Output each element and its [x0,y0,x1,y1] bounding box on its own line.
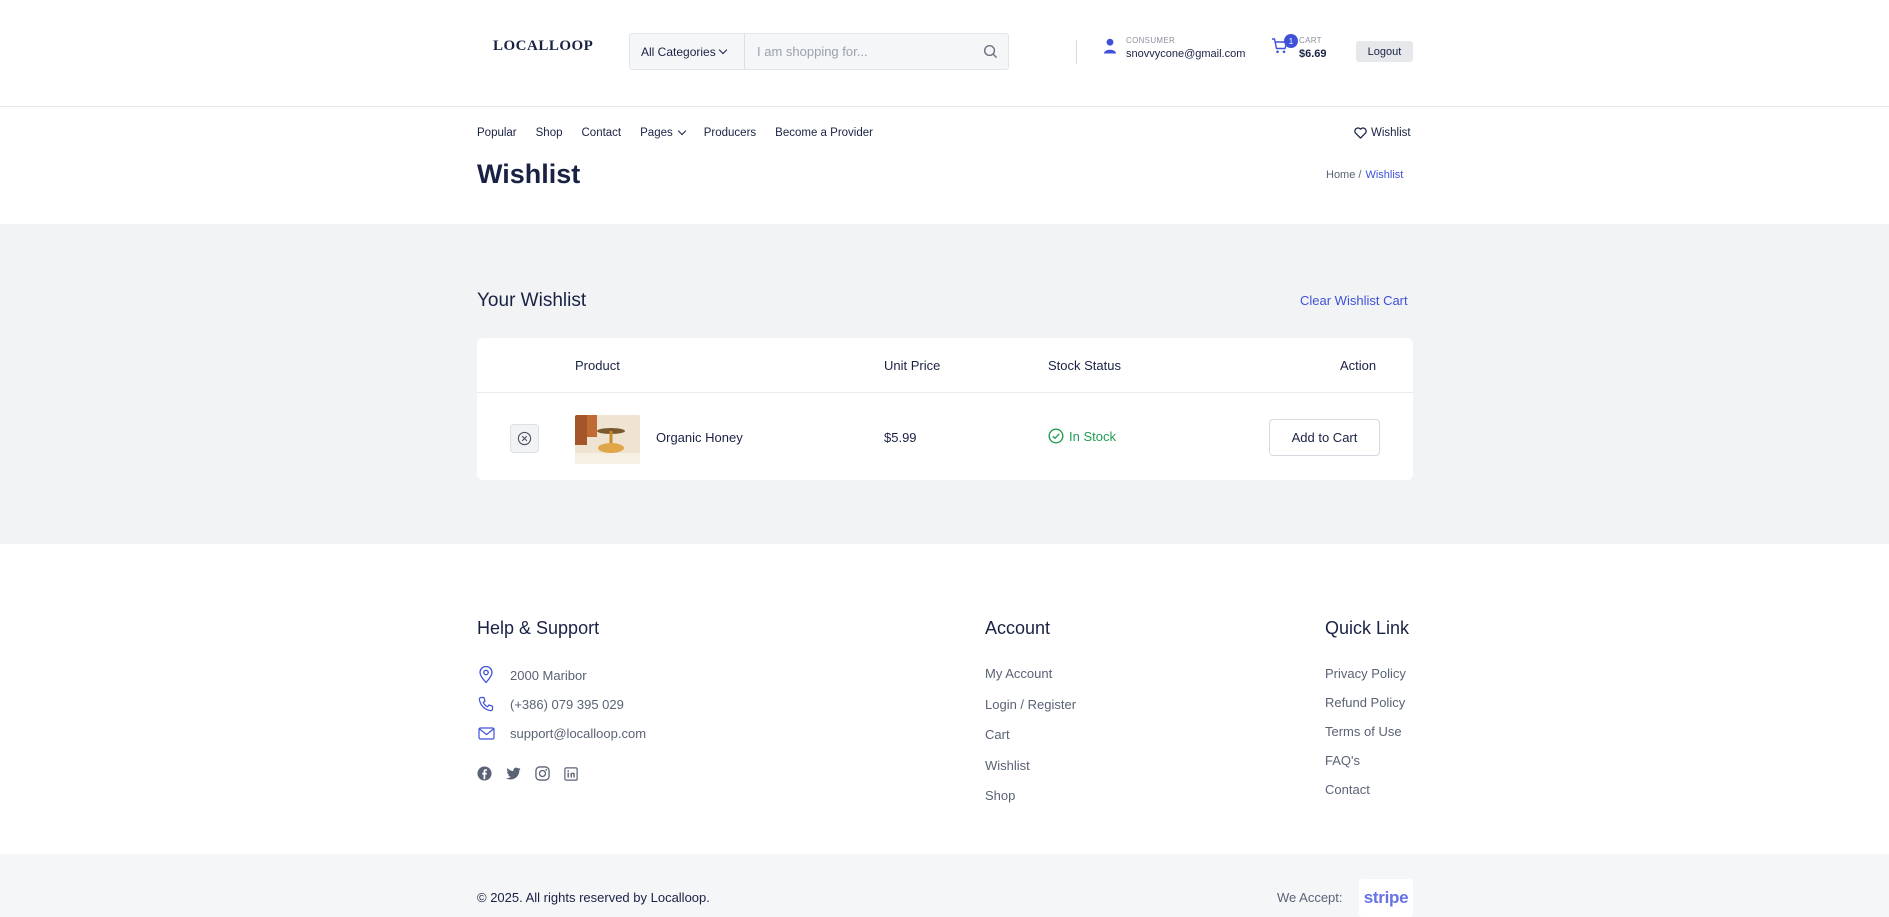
user-icon [1103,38,1117,59]
social-links [477,766,592,781]
footer-link-login-register[interactable]: Login / Register [985,697,1076,712]
footer-address-text: 2000 Maribor [510,667,587,683]
nav-item-contact[interactable]: Contact [582,127,622,139]
nav-item-pages[interactable]: Pages [640,126,686,139]
remove-item-button[interactable] [510,424,539,453]
breadcrumb-current: Wishlist [1365,169,1404,181]
cart-total: $6.69 [1299,48,1327,60]
footer-link-cart[interactable]: Cart [985,727,1010,742]
nav-item-producers[interactable]: Producers [704,127,756,139]
add-to-cart-button[interactable]: Add to Cart [1269,419,1380,456]
nav-item-pages-label: Pages [640,127,673,139]
main-nav: Popular Shop Contact Pages Producers Bec… [477,126,892,139]
footer-email[interactable]: support@localloop.com [477,724,646,742]
footer-phone[interactable]: (+386) 079 395 029 [477,695,624,713]
footer-link-shop[interactable]: Shop [985,788,1015,803]
cart-label: CART [1299,36,1322,45]
search-icon[interactable] [972,34,1008,69]
footer-help-title: Help & Support [477,618,600,638]
close-circle-icon [517,431,532,446]
nav-item-popular[interactable]: Popular [477,127,517,139]
product-name[interactable]: Organic Honey [656,430,743,445]
user-email: snovvycone@gmail.com [1126,48,1246,60]
column-header-stock-status: Stock Status [1048,358,1121,373]
column-header-action: Action [1340,358,1377,373]
page-title: Wishlist [477,159,581,189]
column-header-product: Product [575,358,620,373]
footer-phone-text: (+386) 079 395 029 [510,696,624,712]
nav-item-become-provider[interactable]: Become a Provider [775,127,873,139]
category-select-label: All Categories [641,44,716,59]
table-divider [477,392,1413,393]
copyright-text: © 2025. All rights reserved by Localloop… [477,890,710,905]
stripe-logo: stripe [1359,879,1413,917]
chevron-down-icon [677,126,686,136]
nav-item-shop[interactable]: Shop [536,127,563,139]
clear-wishlist-button[interactable]: Clear Wishlist Cart [1300,293,1408,308]
breadcrumb: Home / Wishlist [1326,169,1403,181]
product-price: $5.99 [884,430,917,445]
linkedin-icon[interactable] [564,766,578,781]
nav-wishlist-label: Wishlist [1371,127,1411,139]
cart-widget[interactable]: 1 CART $6.69 [1271,34,1327,60]
location-pin-icon [477,666,495,684]
mail-icon [477,724,495,742]
site-logo[interactable]: LOCALLOOP [493,38,593,55]
wishlist-table: Product Unit Price Stock Status Action O… [477,338,1413,480]
column-header-unit-price: Unit Price [884,358,941,373]
product-image[interactable] [575,415,640,464]
footer-link-privacy-policy[interactable]: Privacy Policy [1325,666,1406,681]
user-role: CONSUMER [1126,36,1176,45]
footer-link-faqs[interactable]: FAQ's [1325,753,1360,768]
wishlist-title: Your Wishlist [477,290,587,311]
footer-link-refund-policy[interactable]: Refund Policy [1325,695,1405,710]
footer-email-text: support@localloop.com [510,725,647,741]
footer-bottom-bar [0,854,1889,917]
footer-address: 2000 Maribor [477,666,587,684]
payment-accept-label: We Accept: [1277,890,1343,905]
stock-status: In Stock [1048,428,1116,444]
search-bar: All Categories [629,33,1009,70]
twitter-icon[interactable] [506,767,521,780]
check-circle-icon [1048,428,1064,444]
logout-button[interactable]: Logout [1356,41,1413,62]
phone-icon [477,695,495,713]
heart-icon [1354,127,1367,139]
header-divider [1076,40,1077,64]
instagram-icon[interactable] [535,766,550,781]
site-header: LOCALLOOP All Categories CONSUMER snovvy… [0,0,1889,107]
user-account[interactable]: CONSUMER snovvycone@gmail.com [1103,36,1245,60]
search-input[interactable] [745,34,972,69]
facebook-icon[interactable] [477,766,492,781]
footer-link-my-account[interactable]: My Account [985,666,1052,681]
footer-link-wishlist[interactable]: Wishlist [985,758,1030,773]
nav-wishlist-link[interactable]: Wishlist [1354,127,1411,139]
footer-quick-title: Quick Link [1325,618,1410,638]
footer-account-title: Account [985,618,1051,638]
stock-status-label: In Stock [1069,428,1116,444]
footer-link-contact[interactable]: Contact [1325,782,1370,797]
cart-count-badge: 1 [1284,34,1298,48]
footer-link-terms-of-use[interactable]: Terms of Use [1325,724,1402,739]
breadcrumb-home[interactable]: Home / [1326,169,1361,181]
category-select[interactable]: All Categories [630,34,745,69]
chevron-down-icon [718,45,727,55]
